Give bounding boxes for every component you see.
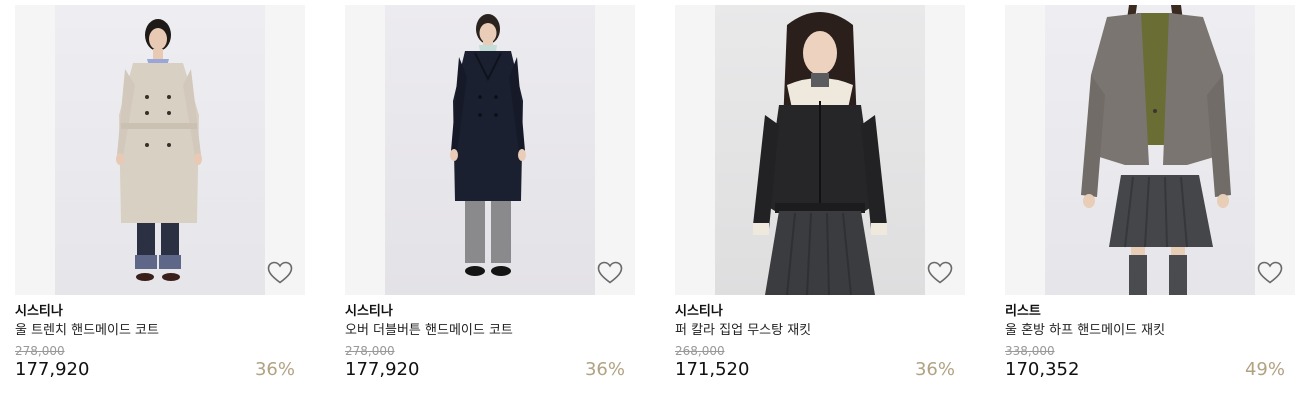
product-thumbnail[interactable]: [345, 5, 635, 295]
product-card[interactable]: 리스트 울 혼방 하프 핸드메이드 재킷 338,000 170,352 49%: [1005, 5, 1295, 381]
product-image[interactable]: [1045, 5, 1255, 295]
original-price: 268,000: [675, 344, 725, 358]
heart-outline-icon[interactable]: [1257, 261, 1283, 285]
product-image[interactable]: [715, 5, 925, 295]
sale-price: 177,920: [345, 359, 420, 380]
brand-name[interactable]: 시스티나: [675, 304, 965, 320]
product-name[interactable]: 울 트렌치 핸드메이드 코트: [15, 323, 305, 339]
brand-name[interactable]: 시스티나: [345, 304, 635, 320]
sale-price: 177,920: [15, 359, 90, 380]
product-thumbnail[interactable]: [675, 5, 965, 295]
heart-outline-icon[interactable]: [267, 261, 293, 285]
product-name[interactable]: 오버 더블버튼 핸드메이드 코트: [345, 323, 635, 339]
product-card[interactable]: 시스티나 퍼 칼라 집업 무스탕 재킷 268,000 171,520 36%: [675, 5, 965, 381]
product-name[interactable]: 퍼 칼라 집업 무스탕 재킷: [675, 323, 965, 339]
heart-outline-icon[interactable]: [597, 261, 623, 285]
discount-rate: 36%: [254, 359, 295, 380]
original-price: 278,000: [15, 344, 65, 358]
sale-price: 171,520: [675, 359, 750, 380]
discount-rate: 36%: [584, 359, 625, 380]
brand-name[interactable]: 시스티나: [15, 304, 305, 320]
product-name[interactable]: 울 혼방 하프 핸드메이드 재킷: [1005, 323, 1295, 339]
product-card[interactable]: 시스티나 울 트렌치 핸드메이드 코트 278,000 177,920 36%: [15, 5, 305, 381]
sale-price: 170,352: [1005, 359, 1080, 380]
original-price: 338,000: [1005, 344, 1055, 358]
original-price: 278,000: [345, 344, 395, 358]
product-thumbnail[interactable]: [15, 5, 305, 295]
product-image[interactable]: [55, 5, 265, 295]
discount-rate: 36%: [914, 359, 955, 380]
product-image[interactable]: [385, 5, 595, 295]
discount-rate: 49%: [1244, 359, 1285, 380]
heart-outline-icon[interactable]: [927, 261, 953, 285]
product-grid: 시스티나 울 트렌치 핸드메이드 코트 278,000 177,920 36%: [0, 0, 1301, 420]
product-thumbnail[interactable]: [1005, 5, 1295, 295]
product-card[interactable]: 시스티나 오버 더블버튼 핸드메이드 코트 278,000 177,920 36…: [345, 5, 635, 381]
brand-name[interactable]: 리스트: [1005, 304, 1295, 320]
